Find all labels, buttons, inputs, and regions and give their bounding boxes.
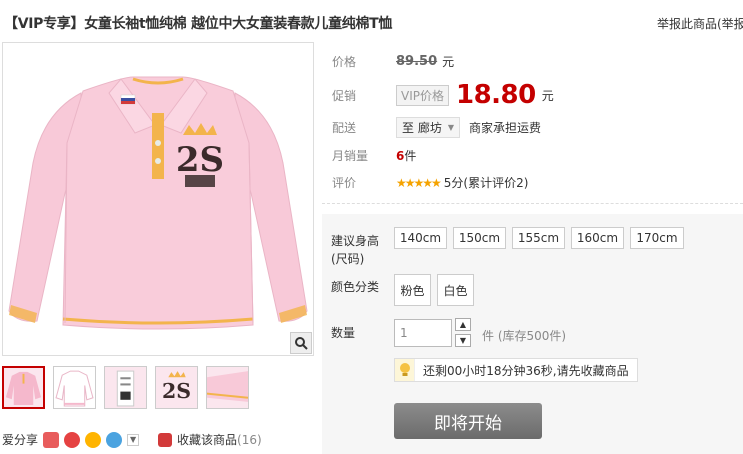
- pink-shirt-illustration: 2S: [8, 76, 308, 330]
- report-link[interactable]: 举报此商品(举报: [657, 15, 743, 32]
- favorite-count: (16): [237, 433, 262, 447]
- thumbnail-sleeve[interactable]: [206, 366, 249, 409]
- thumbnail-strip: 2S: [2, 366, 249, 409]
- svg-text:2S: 2S: [176, 140, 224, 180]
- vip-price-tag: VIP价格: [396, 84, 449, 106]
- rating-text[interactable]: 5分(累计评价2): [444, 174, 529, 191]
- monthly-sales-label: 月销量: [332, 149, 369, 163]
- price-label: 价格: [332, 55, 357, 69]
- monthly-sales-count: 6: [396, 148, 405, 163]
- share-label: 爱分享: [2, 433, 39, 447]
- monthly-sales-row: 月销量 6 件: [322, 147, 416, 164]
- star-rating-icon: ★★★★★: [396, 175, 442, 190]
- share-weibo-icon[interactable]: [64, 431, 81, 448]
- rating-row: 评价 ★★★★★ 5分(累计评价2): [322, 174, 528, 191]
- size-option-160[interactable]: 160cm: [571, 227, 624, 249]
- favorite-link[interactable]: 收藏该商品(16): [177, 431, 262, 448]
- svg-text:2S: 2S: [162, 379, 191, 403]
- promo-label: 促销: [332, 88, 357, 103]
- size-option-155[interactable]: 155cm: [512, 227, 565, 249]
- quantity-decrease-button[interactable]: ▼: [455, 334, 471, 347]
- favorite-label[interactable]: 收藏该商品: [177, 433, 237, 447]
- share-bar: 爱分享 ▼ 收藏该商品(16): [2, 431, 262, 448]
- stock-info: 件 (库存500件): [482, 329, 567, 343]
- share-other-icon[interactable]: [106, 431, 123, 448]
- countdown-tip: 还剩00小时18分钟36秒,请先收藏商品: [394, 358, 638, 382]
- lightbulb-icon: [395, 359, 415, 381]
- original-price: 89.50: [396, 54, 438, 69]
- delivery-dest-text: 至 廊坊: [402, 121, 442, 135]
- delivery-row: 配送 至 廊坊 ▼ 商家承担运费: [322, 117, 541, 138]
- color-label: 颜色分类: [331, 280, 380, 294]
- coming-soon-button[interactable]: 即将开始: [394, 403, 542, 439]
- chevron-down-icon[interactable]: ▼: [127, 433, 140, 446]
- color-option-white[interactable]: 白色: [437, 274, 474, 306]
- thumbnail-label[interactable]: [104, 366, 147, 409]
- rating-label: 评价: [332, 176, 357, 190]
- delivery-note: 商家承担运费: [468, 121, 541, 135]
- monthly-sales-unit: 件: [404, 149, 417, 163]
- promo-price: 18.80: [456, 80, 536, 110]
- divider: [322, 203, 743, 204]
- thumbnail-front-pink[interactable]: [2, 366, 45, 409]
- promo-currency: 元: [541, 88, 554, 103]
- size-option-140[interactable]: 140cm: [394, 227, 447, 249]
- quantity-increase-button[interactable]: ▲: [455, 318, 471, 331]
- countdown-text: 还剩00小时18分钟36秒,请先收藏商品: [423, 363, 629, 378]
- product-title: 【VIP专享】女童长袖t恤纯棉 越位中大女童装春款儿童纯棉T恤: [4, 16, 393, 32]
- color-option-pink[interactable]: 粉色: [394, 274, 431, 306]
- sku-panel: 建议身高 (尺码) 140cm 150cm 155cm 160cm 170cm …: [322, 214, 743, 454]
- thumbnail-logo[interactable]: 2S: [155, 366, 198, 409]
- share-renren-icon[interactable]: [43, 431, 60, 448]
- size-label-line1: 建议身高: [331, 234, 380, 248]
- chevron-down-icon: ▼: [447, 123, 454, 132]
- delivery-destination-select[interactable]: 至 廊坊 ▼: [396, 117, 460, 138]
- promo-row: 促销 VIP价格 18.80 元: [322, 80, 554, 110]
- main-product-image[interactable]: 2S: [2, 42, 314, 356]
- price-row: 价格 89.50 元: [322, 53, 454, 70]
- size-option-150[interactable]: 150cm: [453, 227, 506, 249]
- quantity-label: 数量: [331, 326, 356, 340]
- quantity-input[interactable]: 1: [394, 319, 452, 347]
- thumbnail-white[interactable]: [53, 366, 96, 409]
- price-currency: 元: [442, 55, 455, 69]
- size-label: 建议身高 (尺码): [331, 232, 379, 268]
- zoom-icon[interactable]: [290, 332, 312, 354]
- delivery-label: 配送: [332, 121, 357, 135]
- favorite-icon[interactable]: [158, 432, 173, 447]
- share-qzone-icon[interactable]: [85, 431, 102, 448]
- size-label-line2: (尺码): [331, 252, 365, 266]
- size-option-170[interactable]: 170cm: [630, 227, 684, 249]
